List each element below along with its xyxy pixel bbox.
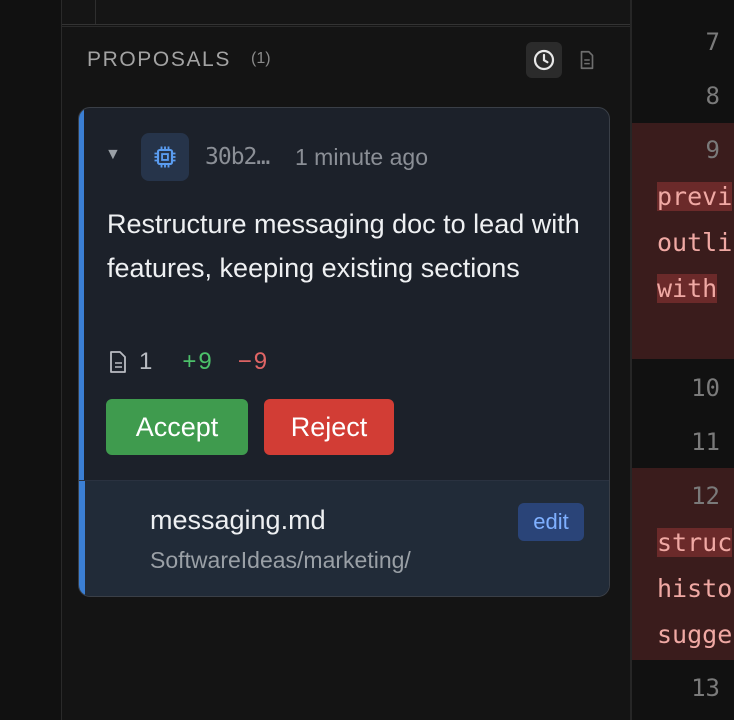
code-line: with: [657, 274, 718, 303]
file-name: messaging.md: [150, 505, 326, 535]
line-number: 10: [691, 374, 720, 402]
changed-file-row[interactable]: messaging.md SoftwareIdeas/marketing/ ed…: [79, 480, 609, 596]
collapse-caret-icon[interactable]: ▼: [105, 146, 121, 164]
code-text: previ: [657, 182, 733, 211]
proposals-header: PROPOSALS (1): [62, 40, 630, 80]
proposals-panel: PROPOSALS (1) ▼ 30b2… 1 minute ago Restr…: [62, 0, 630, 720]
deletions-count: −9: [237, 348, 270, 375]
line-number: 8: [705, 82, 720, 110]
accept-button[interactable]: Accept: [106, 399, 248, 455]
app-frame: PROPOSALS (1) ▼ 30b2… 1 minute ago Restr…: [0, 0, 734, 720]
code-line: sugge: [657, 620, 732, 649]
proposal-card[interactable]: ▼ 30b2… 1 minute ago Restructure messagi…: [78, 107, 610, 597]
code-text: outli: [657, 228, 733, 257]
code-line: outli: [657, 228, 732, 257]
proposal-card-header: ▼ 30b2… 1 minute ago: [79, 132, 609, 182]
code-line: histo: [657, 574, 732, 603]
code-text: sugge: [657, 620, 733, 649]
code-text: histo: [657, 574, 733, 603]
code-text: with: [657, 274, 718, 303]
code-text: struc: [657, 528, 733, 557]
line-number: 12: [691, 482, 720, 510]
file-icon: [110, 351, 126, 373]
line-number: 11: [691, 428, 720, 456]
panel-divider-tick: [95, 0, 96, 24]
history-button[interactable]: [526, 42, 562, 78]
cpu-chip-icon: [141, 133, 189, 181]
clock-icon: [533, 49, 555, 71]
document-icon: [580, 50, 594, 70]
file-accent-bar: [79, 481, 85, 596]
proposals-count: (1): [251, 50, 271, 67]
file-count-value: 1: [139, 348, 153, 375]
document-view-button[interactable]: [569, 42, 605, 78]
line-number: 13: [691, 674, 720, 702]
proposals-title: PROPOSALS: [87, 48, 231, 71]
reject-button[interactable]: Reject: [264, 399, 394, 455]
proposal-time: 1 minute ago: [295, 144, 428, 170]
file-count: 1: [107, 348, 152, 376]
panel-divider: [62, 26, 630, 27]
proposal-title: Restructure messaging doc to lead with f…: [107, 209, 580, 283]
left-gutter: [0, 0, 62, 720]
line-number: 7: [705, 28, 720, 56]
commit-id: 30b2…: [205, 144, 270, 170]
code-editor[interactable]: 7 8 9 previ outli with 10 11 12 struc hi…: [632, 0, 734, 720]
line-number: 9: [705, 136, 720, 164]
additions-count: +9: [182, 348, 214, 375]
edit-badge: edit: [518, 503, 584, 541]
proposal-stats: 1 +9 −9: [107, 346, 269, 378]
file-path: SoftwareIdeas/marketing/: [150, 547, 411, 573]
code-line: previ: [657, 182, 733, 211]
code-line: struc: [657, 528, 733, 557]
panel-top-strip: [62, 0, 630, 27]
